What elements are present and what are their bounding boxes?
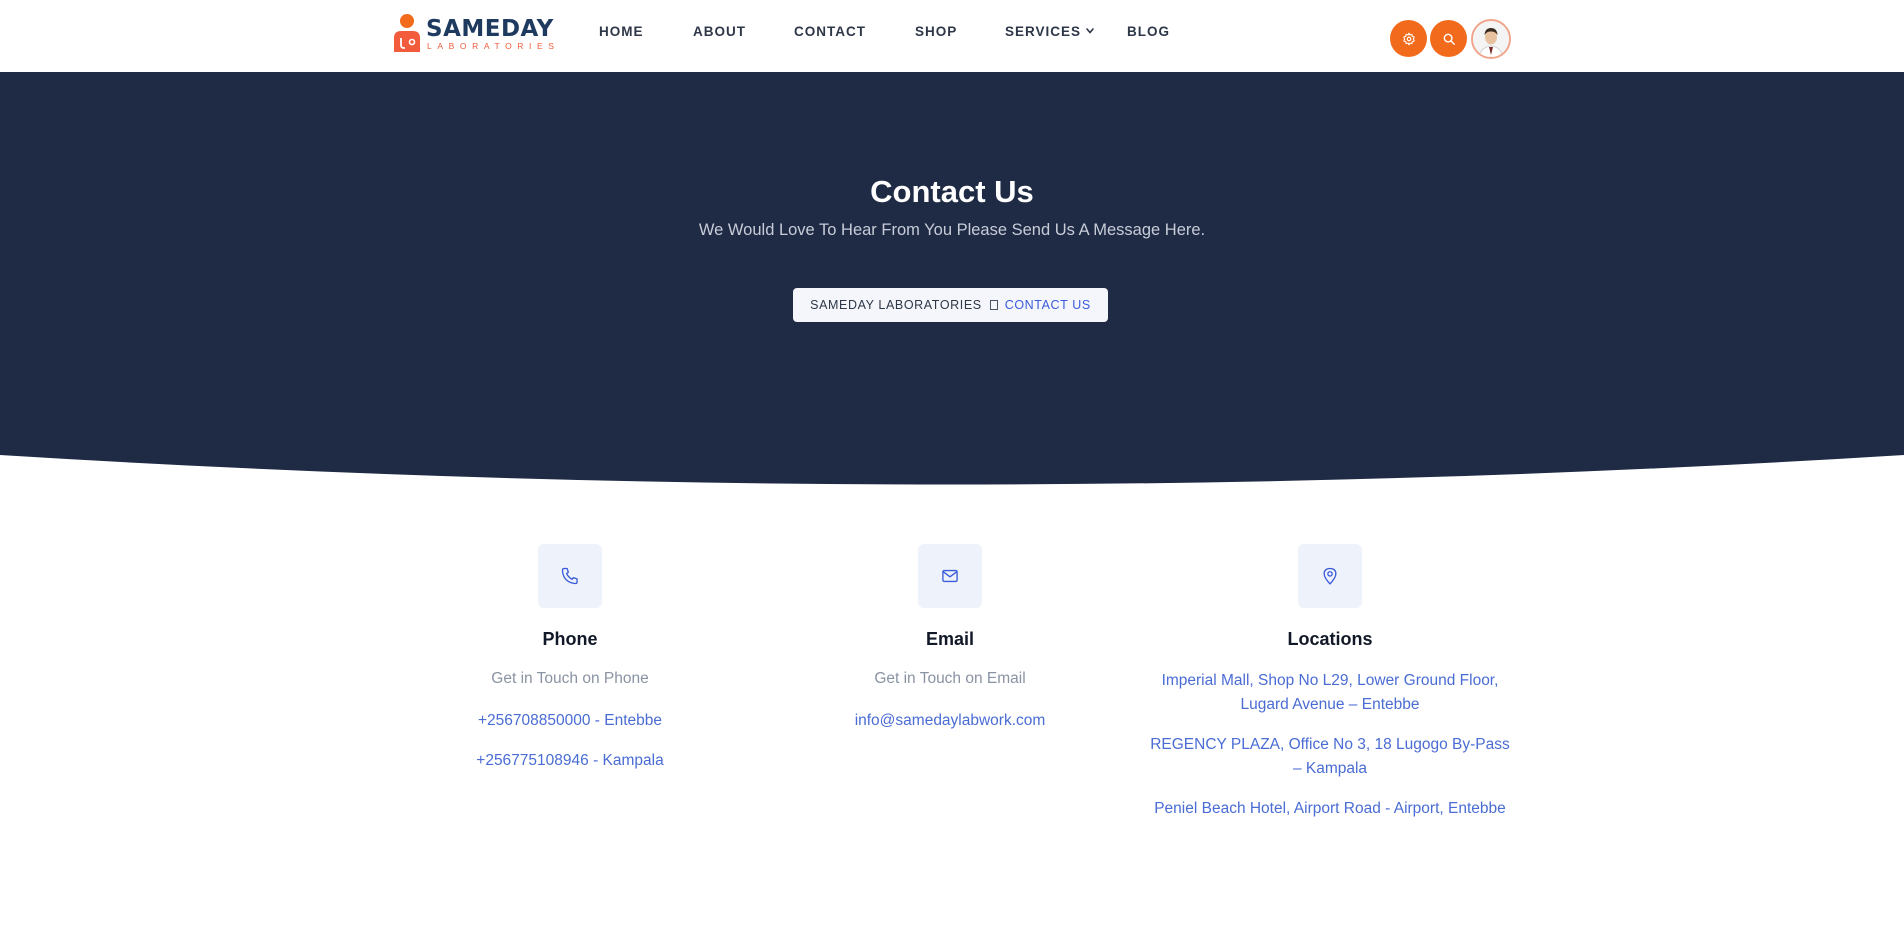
mail-icon-box bbox=[918, 544, 982, 608]
brand-tagline: LABORATORIES bbox=[427, 41, 560, 51]
contact-phone-card: Phone Get in Touch on Phone +25670885000… bbox=[370, 544, 770, 773]
user-photo-icon bbox=[1473, 21, 1509, 57]
chevron-down-icon[interactable] bbox=[1085, 26, 1095, 36]
gear-icon bbox=[1402, 32, 1415, 45]
site-header: SAMEDAY LABORATORIES HOME ABOUT CONTACT … bbox=[0, 0, 1904, 72]
page-title: Contact Us bbox=[870, 174, 1034, 209]
email-title: Email bbox=[925, 629, 975, 649]
nav-home[interactable]: HOME bbox=[599, 24, 644, 39]
email-lead: Get in Touch on Email bbox=[874, 670, 1026, 687]
locations-title: Locations bbox=[1287, 629, 1373, 649]
phone-link-kampala[interactable]: +256775108946 - Kampala bbox=[370, 749, 770, 773]
phone-title: Phone bbox=[542, 629, 598, 649]
nav-contact[interactable]: CONTACT bbox=[794, 24, 866, 39]
breadcrumb-current: CONTACT US bbox=[1004, 298, 1091, 312]
hero-background bbox=[0, 72, 1904, 485]
contact-locations-card: Locations Imperial Mall, Shop No L29, Lo… bbox=[1130, 544, 1530, 821]
settings-button[interactable] bbox=[1390, 20, 1427, 57]
locations-list: Imperial Mall, Shop No L29, Lower Ground… bbox=[1130, 669, 1530, 821]
brand-logo[interactable]: SAMEDAY LABORATORIES bbox=[392, 14, 554, 54]
location-item[interactable]: REGENCY PLAZA, Office No 3, 18 Lugogo By… bbox=[1150, 733, 1510, 781]
search-button[interactable] bbox=[1430, 20, 1467, 57]
page-hero: Contact Us We Would Love To Hear From Yo… bbox=[0, 72, 1904, 486]
page-subtitle: We Would Love To Hear From You Please Se… bbox=[698, 221, 1206, 239]
email-link[interactable]: info@samedaylabwork.com bbox=[750, 709, 1150, 733]
contact-email-card: Email Get in Touch on Email info@sameday… bbox=[750, 544, 1150, 733]
search-icon bbox=[1443, 33, 1455, 45]
breadcrumb: SAMEDAY LABORATORIES CONTACT US bbox=[793, 288, 1108, 322]
user-avatar[interactable] bbox=[1471, 19, 1511, 59]
phone-link-entebbe[interactable]: +256708850000 - Entebbe bbox=[370, 709, 770, 733]
breadcrumb-home-link[interactable]: SAMEDAY LABORATORIES bbox=[810, 298, 982, 312]
nav-about[interactable]: ABOUT bbox=[693, 24, 746, 39]
phone-icon-box bbox=[538, 544, 602, 608]
location-item[interactable]: Peniel Beach Hotel, Airport Road - Airpo… bbox=[1150, 797, 1510, 821]
map-pin-icon bbox=[1323, 567, 1337, 585]
phone-icon bbox=[561, 567, 578, 585]
phone-lead: Get in Touch on Phone bbox=[491, 670, 649, 687]
nav-blog[interactable]: BLOG bbox=[1127, 24, 1170, 39]
nav-shop[interactable]: SHOP bbox=[915, 24, 957, 39]
nav-services[interactable]: SERVICES bbox=[1005, 24, 1081, 39]
breadcrumb-separator-icon bbox=[989, 300, 998, 310]
brand-name: SAMEDAY bbox=[426, 16, 554, 42]
mail-icon bbox=[942, 569, 958, 583]
logo-mark-icon bbox=[394, 14, 420, 52]
location-item[interactable]: Imperial Mall, Shop No L29, Lower Ground… bbox=[1150, 669, 1510, 717]
map-pin-icon-box bbox=[1298, 544, 1362, 608]
